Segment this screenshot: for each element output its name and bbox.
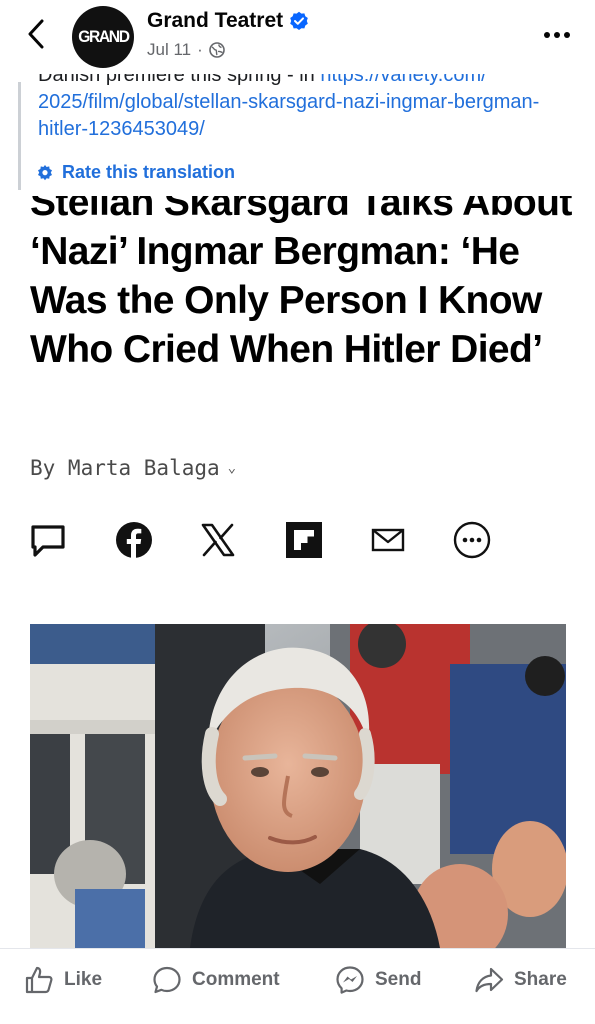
back-button[interactable] [18,14,54,54]
more-dot-icon [564,32,570,38]
page-avatar[interactable]: GRAND [72,6,134,68]
email-icon[interactable] [368,520,408,560]
send-button[interactable]: Send [335,963,421,997]
article-link-rest[interactable]: 2025/film/global/stellan-skarsgard-nazi-… [38,89,578,143]
rate-translation-label: Rate this translation [62,162,236,182]
post-caption: Danish premiere this spring - in https:/… [0,74,595,194]
caption-prefix: Danish premiere this spring - in [38,74,321,86]
meta-separator: · [197,40,203,59]
post-date[interactable]: Jul 11 [147,40,191,60]
post-header: GRAND Grand Teatret Jul 11 · [0,0,595,74]
globe-icon [208,42,225,58]
share-label: Share [514,969,567,990]
article-photo[interactable] [30,624,566,948]
quote-bar [18,82,21,190]
flipboard-icon[interactable] [284,520,324,560]
photo-illustration [30,624,566,948]
page-name[interactable]: Grand Teatret [147,9,283,33]
comment-bubble-icon [153,966,181,994]
article-headline: Stellan Skarsgård Talks About ‘Nazi’ Ing… [30,196,572,371]
share-arrow-icon [475,967,504,993]
share-button[interactable]: Share [474,963,567,997]
post-meta: Jul 11 · [147,40,225,60]
gear-icon [38,164,52,180]
byline[interactable]: By Marta Balaga ⌄ [30,456,236,480]
more-dot-icon [544,32,550,38]
chevron-left-icon [28,19,44,49]
byline-author: By Marta Balaga [30,456,220,480]
caption-text: Danish premiere this spring - in https:/… [38,74,578,143]
like-button[interactable]: Like [24,963,102,997]
more-options-button[interactable] [539,20,575,50]
article-screenshot-headline: Stellan Skarsgård Talks About ‘Nazi’ Ing… [0,196,595,436]
comment-icon[interactable] [28,520,68,560]
article-link-start[interactable]: https://variety.com/ [320,74,486,86]
chevron-down-icon: ⌄ [227,460,237,476]
thumbs-up-icon [25,966,53,994]
more-dot-icon [554,32,560,38]
x-icon[interactable] [198,520,238,560]
verified-badge-icon [290,11,308,31]
comment-label: Comment [192,969,280,990]
page-name-row: Grand Teatret [147,9,309,33]
share-icon-row [28,520,498,564]
rate-translation-button[interactable]: Rate this translation [36,162,235,183]
send-label: Send [375,969,422,990]
messenger-icon [336,966,364,994]
avatar-logo-text: GRAND [77,27,130,46]
facebook-icon[interactable] [114,520,154,560]
more-icon[interactable] [452,520,492,560]
like-label: Like [64,969,103,990]
post-action-bar: Like Comment Send Share [0,948,595,1024]
comment-button[interactable]: Comment [152,963,280,997]
